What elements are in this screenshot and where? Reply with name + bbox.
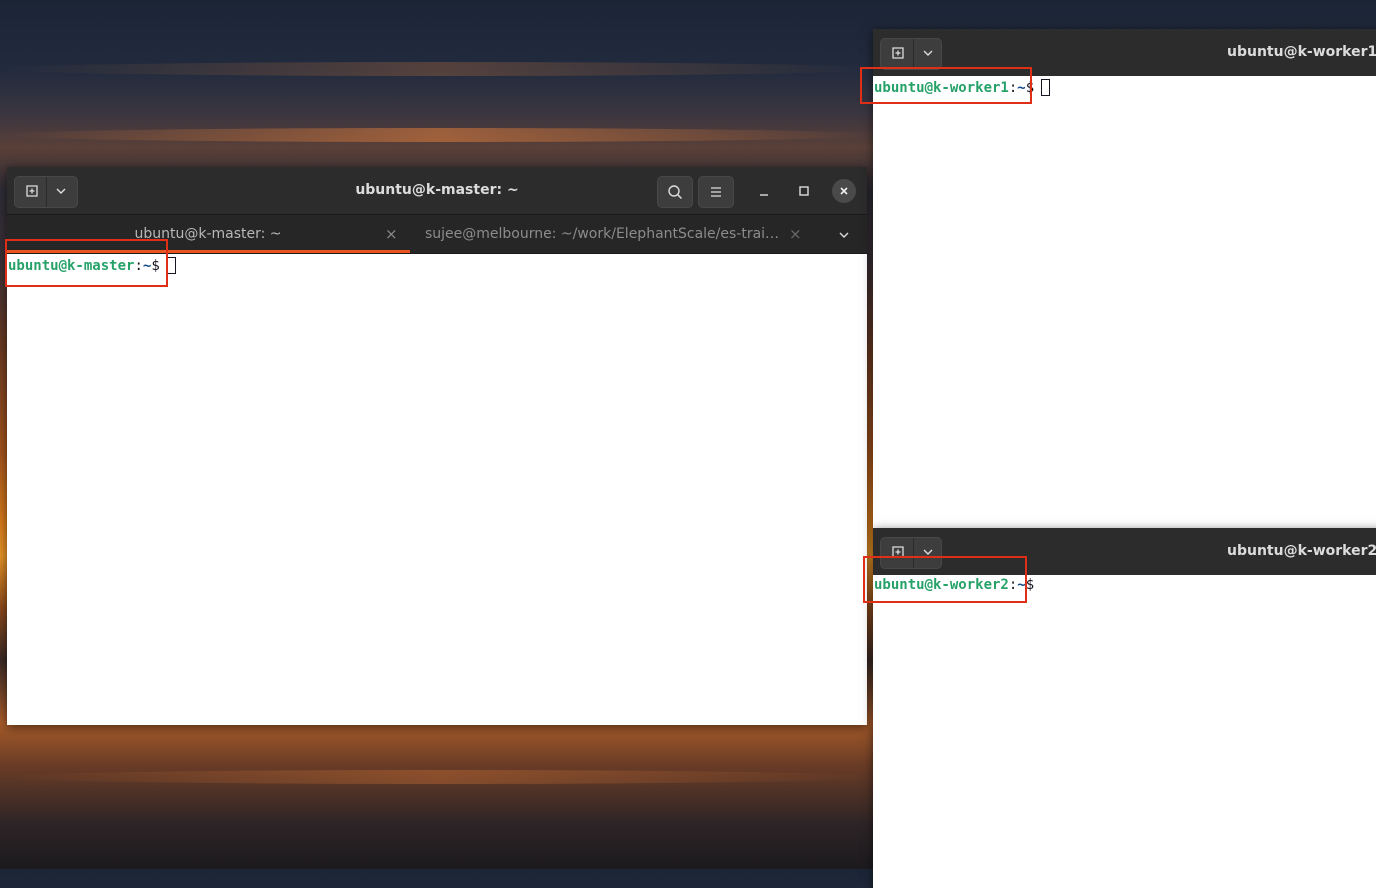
chevron-down-icon[interactable] [921, 545, 935, 559]
tab-k-master[interactable]: ubuntu@k-master: ~ [7, 215, 409, 253]
title-bar[interactable]: ubuntu@k-worker2: ~ [873, 528, 1376, 576]
maximize-icon [799, 186, 809, 196]
prompt-userhost: ubuntu@k-master [8, 258, 135, 274]
text-cursor [1041, 79, 1051, 96]
hamburger-menu-icon [709, 185, 723, 199]
wallpaper-streak [0, 62, 880, 76]
prompt-symbol: $ [151, 258, 160, 274]
terminal-area[interactable]: ubuntu@k-master:~$ [7, 254, 867, 725]
terminal-area[interactable]: ubuntu@k-worker1:~$ [873, 76, 1376, 529]
wallpaper-streak [0, 770, 880, 784]
terminal-window-master[interactable]: ubuntu@k-master: ~ ubuntu@k-master: ~ × [7, 167, 867, 725]
terminal-window-worker1[interactable]: ubuntu@k-worker1: ~ ubuntu@k-worker1:~$ [873, 29, 1376, 529]
window-title: ubuntu@k-worker2: ~ [1227, 543, 1376, 559]
chevron-down-icon [839, 232, 849, 238]
new-tab-icon[interactable] [890, 45, 906, 61]
terminal-area[interactable]: ubuntu@k-worker2:~$ [873, 575, 1376, 888]
new-tab-split-button[interactable] [880, 38, 942, 70]
tab-melbourne[interactable]: sujee@melbourne: ~/work/ElephantScale/es… [425, 215, 781, 253]
prompt-path: ~ [1017, 577, 1026, 593]
new-tab-icon[interactable] [890, 544, 906, 560]
menu-button[interactable] [698, 176, 734, 208]
prompt-path: ~ [1017, 80, 1026, 96]
prompt-symbol: $ [1025, 80, 1035, 96]
minimize-icon [760, 194, 768, 196]
maximize-button[interactable] [792, 179, 816, 203]
prompt-separator: : [134, 258, 143, 274]
window-title: ubuntu@k-master: ~ [355, 182, 519, 198]
tab-close-button[interactable]: × [385, 215, 398, 253]
tab-label: sujee@melbourne: ~/work/ElephantScale/es… [425, 226, 780, 242]
tabs-overflow-chevron[interactable] [837, 227, 851, 246]
tab-close-button[interactable]: × [789, 215, 802, 253]
prompt-userhost: ubuntu@k-worker2 [874, 577, 1009, 593]
wallpaper-streak [0, 128, 880, 142]
new-tab-split-button[interactable] [880, 537, 942, 569]
tab-label: ubuntu@k-master: ~ [134, 226, 282, 242]
active-tab-underline [7, 250, 410, 253]
shell-prompt: ubuntu@k-master:~$ [8, 257, 176, 274]
title-bar[interactable]: ubuntu@k-worker1: ~ [873, 29, 1376, 77]
prompt-symbol: $ [1025, 577, 1035, 593]
window-title: ubuntu@k-worker1: ~ [1227, 44, 1376, 60]
title-bar[interactable]: ubuntu@k-master: ~ [7, 167, 867, 215]
close-icon [840, 187, 848, 195]
terminal-window-worker2[interactable]: ubuntu@k-worker2: ~ ubuntu@k-worker2:~$ [873, 528, 1376, 888]
close-button[interactable] [832, 179, 856, 203]
text-cursor [166, 257, 176, 274]
search-icon [667, 184, 683, 200]
search-button[interactable] [657, 176, 693, 208]
shell-prompt: ubuntu@k-worker1:~$ [874, 79, 1051, 96]
shell-prompt: ubuntu@k-worker2:~$ [874, 577, 1034, 593]
chevron-down-icon[interactable] [921, 46, 935, 60]
minimize-button[interactable] [752, 179, 776, 203]
prompt-userhost: ubuntu@k-worker1 [874, 80, 1009, 96]
tab-bar: ubuntu@k-master: ~ × sujee@melbourne: ~/… [7, 215, 867, 254]
